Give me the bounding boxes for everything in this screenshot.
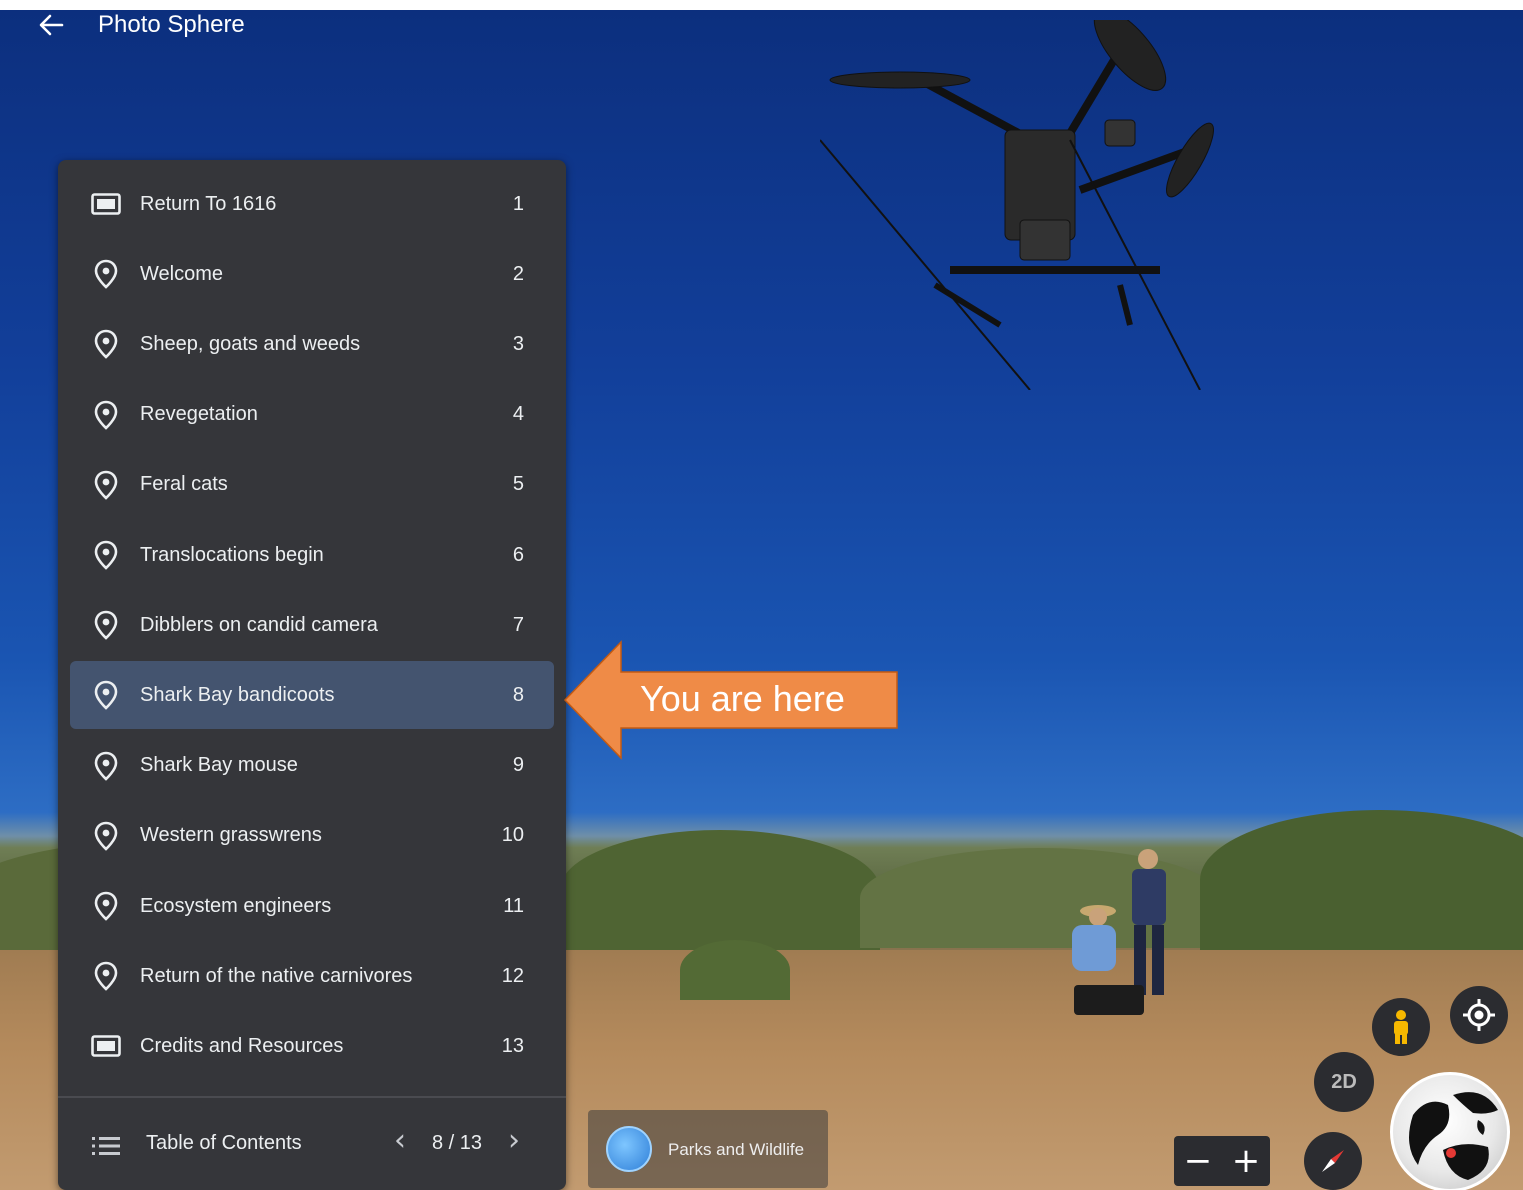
map-pin-icon bbox=[90, 258, 122, 290]
map-pin-icon bbox=[90, 820, 122, 852]
map-pin-icon bbox=[90, 750, 122, 782]
chevron-right-icon: › bbox=[508, 1123, 520, 1158]
drone-image bbox=[820, 20, 1214, 390]
toc-item[interactable]: Shark Bay mouse 9 bbox=[70, 732, 554, 800]
toc-item-number: 5 bbox=[512, 473, 524, 496]
zoom-control: − + bbox=[1174, 1136, 1270, 1186]
bush bbox=[680, 940, 790, 1000]
globe-minimap-button[interactable] bbox=[1390, 1072, 1510, 1190]
toc-item-label: Western grasswrens bbox=[140, 824, 322, 847]
toc-item[interactable]: Welcome 2 bbox=[70, 240, 554, 308]
you-are-here-label: You are here bbox=[640, 678, 845, 719]
shrub-line bbox=[560, 830, 880, 950]
toc-item[interactable]: Sheep, goats and weeds 3 bbox=[70, 310, 554, 378]
crosshair-icon bbox=[1463, 999, 1495, 1031]
table-of-contents-panel: Return To 1616 1 Welcome 2 Sheep, goats and … bbox=[58, 160, 566, 1190]
toc-item-number: 6 bbox=[512, 543, 524, 566]
toc-item-number: 9 bbox=[512, 754, 524, 777]
map-pin-icon bbox=[90, 399, 122, 431]
toc-item[interactable]: Shark Bay bandicoots 8 bbox=[70, 661, 554, 730]
page-title: Photo Sphere bbox=[98, 11, 245, 38]
page-indicator: 8 / 13 bbox=[432, 1132, 483, 1154]
toc-item-label: Ecosystem engineers bbox=[140, 894, 332, 917]
toc-footer: Table of Contents ‹ 8 / 13 › bbox=[58, 1096, 566, 1190]
toc-item-label: Welcome bbox=[140, 262, 223, 285]
toc-item-number: 8 bbox=[512, 683, 524, 706]
field-team-image bbox=[1072, 849, 1166, 1015]
list-icon bbox=[92, 1137, 120, 1155]
toc-item-label: Return To 1616 bbox=[140, 192, 277, 215]
arrow-left-icon bbox=[39, 14, 64, 36]
pegman-icon bbox=[1394, 1010, 1408, 1044]
toc-item-number: 7 bbox=[512, 613, 524, 636]
map-pin-icon bbox=[90, 328, 122, 360]
map-pin-icon bbox=[90, 539, 122, 571]
toc-footer-title[interactable]: Table of Contents bbox=[146, 1132, 302, 1155]
toc-item-label: Shark Bay bandicoots bbox=[140, 683, 335, 706]
pegman-button[interactable] bbox=[1372, 998, 1430, 1056]
toc-item-label: Sheep, goats and weeds bbox=[140, 332, 361, 355]
toc-item[interactable]: Translocations begin 6 bbox=[70, 521, 554, 589]
toggle-2d-button[interactable]: 2D bbox=[1314, 1052, 1374, 1112]
chevron-left-icon: ‹ bbox=[394, 1123, 406, 1158]
toc-item-number: 3 bbox=[512, 332, 524, 355]
globe-icon bbox=[1409, 1092, 1498, 1180]
toc-item-number: 4 bbox=[512, 403, 524, 426]
toc-item[interactable]: Dibblers on candid camera 7 bbox=[70, 591, 554, 659]
my-location-button[interactable] bbox=[1450, 986, 1508, 1044]
toc-item[interactable]: Return of the native carnivores 12 bbox=[70, 942, 554, 1010]
map-pin-icon bbox=[90, 890, 122, 922]
toc-item-label: Feral cats bbox=[140, 473, 228, 496]
map-pin-icon bbox=[90, 960, 122, 992]
zoom-in-button[interactable]: + bbox=[1222, 1136, 1270, 1186]
map-pin-icon bbox=[90, 469, 122, 501]
toc-item-label: Revegetation bbox=[140, 403, 258, 426]
map-pin-icon bbox=[90, 609, 122, 641]
toc-item-label: Shark Bay mouse bbox=[140, 754, 298, 777]
toc-item[interactable]: Ecosystem engineers 11 bbox=[70, 872, 554, 940]
toc-item[interactable]: Feral cats 5 bbox=[70, 451, 554, 519]
toc-item-number: 1 bbox=[512, 192, 524, 215]
attribution-label: Parks and Wildlife bbox=[668, 1140, 805, 1159]
map-pin-icon bbox=[90, 679, 122, 711]
photo-sphere-viewport[interactable]: Photo Sphere Return To 1616 1 Welcome 2 Shee… bbox=[0, 10, 1523, 1190]
toc-item[interactable]: Revegetation 4 bbox=[70, 381, 554, 449]
parks-wildlife-logo-icon bbox=[606, 1126, 652, 1172]
toc-item-label: Return of the native carnivores bbox=[140, 964, 413, 987]
toc-item-number: 11 bbox=[503, 894, 524, 917]
zoom-out-button[interactable]: − bbox=[1174, 1136, 1222, 1186]
next-stop-button[interactable]: › bbox=[508, 1126, 520, 1156]
toc-item-number: 13 bbox=[501, 1034, 524, 1057]
attribution-badge[interactable]: Parks and Wildlife bbox=[588, 1110, 828, 1188]
toc-item-label: Dibblers on candid camera bbox=[140, 613, 378, 636]
toc-item-number: 10 bbox=[501, 824, 524, 847]
compass-icon bbox=[1322, 1150, 1344, 1172]
toc-item[interactable]: Return To 1616 1 bbox=[70, 170, 554, 238]
toc-item[interactable]: Western grasswrens 10 bbox=[70, 802, 554, 870]
back-button[interactable] bbox=[36, 10, 70, 44]
toc-item-label: Translocations begin bbox=[140, 543, 324, 566]
slides-icon bbox=[90, 1030, 122, 1062]
toc-item-number: 12 bbox=[501, 964, 524, 987]
previous-stop-button[interactable]: ‹ bbox=[394, 1126, 406, 1156]
toc-item-number: 2 bbox=[512, 262, 524, 285]
toc-item[interactable]: Credits and Resources 13 bbox=[70, 1012, 554, 1080]
toc-item-label: Credits and Resources bbox=[140, 1034, 344, 1057]
compass-button[interactable] bbox=[1304, 1132, 1362, 1190]
shrub-line bbox=[1200, 810, 1523, 950]
slides-icon bbox=[90, 188, 122, 220]
